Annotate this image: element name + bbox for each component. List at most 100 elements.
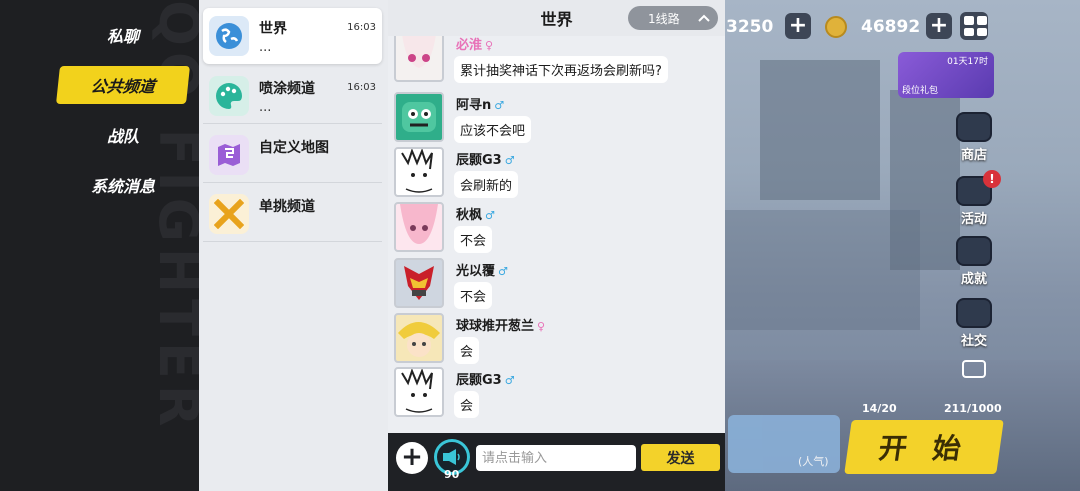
male-icon: ♂ <box>504 374 515 387</box>
avatar[interactable] <box>394 147 444 197</box>
female-icon: ♀ <box>485 39 494 52</box>
sender-name-text: 必淮 <box>456 38 483 53</box>
shop-label: 商店 <box>960 148 987 163</box>
currency1-value: 3250 <box>726 17 774 37</box>
palette-icon <box>209 76 249 116</box>
sender-name-text: 光以覆 <box>456 264 496 279</box>
currency2-value: 46892 <box>861 17 921 37</box>
channel-name: 世界 <box>259 21 287 37</box>
chat-title: 世界 <box>540 10 573 29</box>
avatar[interactable] <box>394 313 444 363</box>
chat-input[interactable] <box>476 445 636 471</box>
rank-gift-pack[interactable]: 01天17时 段位礼包 <box>898 52 994 98</box>
sender-name: 球球推开葱兰 ♀ <box>456 315 545 334</box>
achievements-label: 成就 <box>960 272 987 287</box>
avatar[interactable] <box>394 202 444 252</box>
mode-label: (人气) <box>798 455 829 468</box>
chat-message: 球球推开葱兰 ♀ 会 <box>394 313 714 365</box>
message-bubble: 不会 <box>454 282 493 309</box>
female-icon: ♀ <box>537 320 546 333</box>
shop-icon <box>956 112 992 142</box>
line-selector[interactable]: 1线路 <box>628 6 718 30</box>
chat-message: 秋枫 ♂ 不会 <box>394 202 714 254</box>
social-label: 社交 <box>960 334 987 349</box>
avatar[interactable] <box>394 92 444 142</box>
voice-count: 90 <box>444 468 460 481</box>
channel-name: 喷涂频道 <box>259 81 315 97</box>
channel-world[interactable]: 世界 16:03 ... <box>203 8 382 64</box>
globe-icon <box>209 16 249 56</box>
chat-message: 阿寻n ♂ 应该不会吧 <box>394 92 714 144</box>
channel-list: 世界 16:03 ... 喷涂频道 16:03 ... 自定义地图 单挑频道 <box>199 0 388 491</box>
channel-name: 单挑频道 <box>259 199 315 215</box>
add-currency1-button[interactable]: + <box>785 13 811 39</box>
chat-panel: 世界 1线路 必淮 ♀ 累计抽奖神话下次再返场会刷新吗? 阿寻n ♂ 应该不会吧 辰… <box>388 0 725 491</box>
currency2-group: 46892 <box>825 12 920 42</box>
mode-card[interactable]: (人气) <box>728 415 840 473</box>
gift-timer: 01天17时 <box>947 57 988 67</box>
chat-input-bar: + 90 发送 <box>388 433 725 491</box>
chat-message: 辰颢G3 ♂ 会刷新的 <box>394 147 714 199</box>
message-bubble: 累计抽奖神话下次再返场会刷新吗? <box>454 56 668 83</box>
message-list[interactable]: 必淮 ♀ 累计抽奖神话下次再返场会刷新吗? 阿寻n ♂ 应该不会吧 辰颢G3 ♂ 会刷… <box>388 36 725 433</box>
nav-system-messages[interactable]: 系统消息 <box>58 166 188 204</box>
nav-team[interactable]: 战队 <box>58 116 188 154</box>
message-bubble: 应该不会吧 <box>454 116 532 143</box>
plus-icon[interactable]: + <box>396 442 428 474</box>
shop-button[interactable]: 商店 <box>950 112 998 163</box>
nav-private-chat[interactable]: 私聊 <box>58 16 188 54</box>
send-button[interactable]: 发送 <box>641 444 720 471</box>
chat-message: 必淮 ♀ 累计抽奖神话下次再返场会刷新吗? <box>394 36 714 84</box>
message-bubble: 会 <box>454 391 480 418</box>
sender-name-text: 辰颢G3 <box>456 373 502 388</box>
message-bubble: 会 <box>454 337 480 364</box>
sender-name: 辰颢G3 ♂ <box>456 149 515 168</box>
channel-graffiti[interactable]: 喷涂频道 16:03 ... <box>203 68 382 124</box>
notification-badge: ! <box>983 170 1001 188</box>
coin-icon <box>825 16 847 38</box>
avatar[interactable] <box>394 36 444 82</box>
nav-public-channel[interactable]: 公共频道 <box>56 66 190 104</box>
message-bubble: 会刷新的 <box>454 171 519 198</box>
trophy-icon <box>956 236 992 266</box>
start-button[interactable]: 开 始 <box>844 420 1004 474</box>
sender-name: 秋枫 ♂ <box>456 204 495 223</box>
add-currency2-button[interactable]: + <box>926 13 952 39</box>
sender-name: 阿寻n ♂ <box>456 94 504 113</box>
map-icon <box>209 135 249 175</box>
avatar[interactable] <box>394 367 444 417</box>
sender-name-text: 辰颢G3 <box>456 153 502 168</box>
achievements-button[interactable]: 成就 <box>950 236 998 287</box>
channel-time: 16:03 <box>347 22 376 33</box>
chevron-up-icon <box>698 14 710 22</box>
sender-name-text: 秋枫 <box>456 208 483 223</box>
menu-grid-button[interactable] <box>960 12 988 40</box>
male-icon: ♂ <box>485 209 495 222</box>
team-count: 14/20 <box>862 402 897 415</box>
male-icon: ♂ <box>494 99 505 112</box>
gift-label: 段位礼包 <box>902 86 939 96</box>
channel-custom-map[interactable]: 自定义地图 <box>203 127 382 183</box>
message-bubble: 不会 <box>454 226 493 253</box>
speaker-icon <box>443 449 460 465</box>
sender-name: 辰颢G3 ♂ <box>456 369 515 388</box>
events-label: 活动 <box>960 212 987 227</box>
male-icon: ♂ <box>504 154 515 167</box>
sender-name-text: 阿寻n <box>456 98 492 113</box>
avatar[interactable] <box>394 258 444 308</box>
chat-header: 世界 1线路 <box>388 0 725 36</box>
rank-points: 211/1000 <box>944 402 1002 415</box>
crossed-swords-icon <box>209 194 249 234</box>
chat-category-nav: QQ FIGHTER 私聊 公共频道 战队 系统消息 <box>0 0 210 491</box>
male-icon: ♂ <box>498 265 508 278</box>
chat-message: 光以覆 ♂ 不会 <box>394 258 714 310</box>
line-selector-label: 1线路 <box>648 11 680 26</box>
channel-name: 自定义地图 <box>259 140 329 156</box>
screen-toggle-icon[interactable] <box>962 360 986 378</box>
sender-name: 必淮 ♀ <box>456 36 493 53</box>
channel-preview: ... <box>259 100 272 115</box>
social-button[interactable]: 社交 <box>950 298 998 349</box>
social-icon <box>956 298 992 328</box>
sender-name: 光以覆 ♂ <box>456 260 508 279</box>
channel-duel[interactable]: 单挑频道 <box>203 186 382 242</box>
